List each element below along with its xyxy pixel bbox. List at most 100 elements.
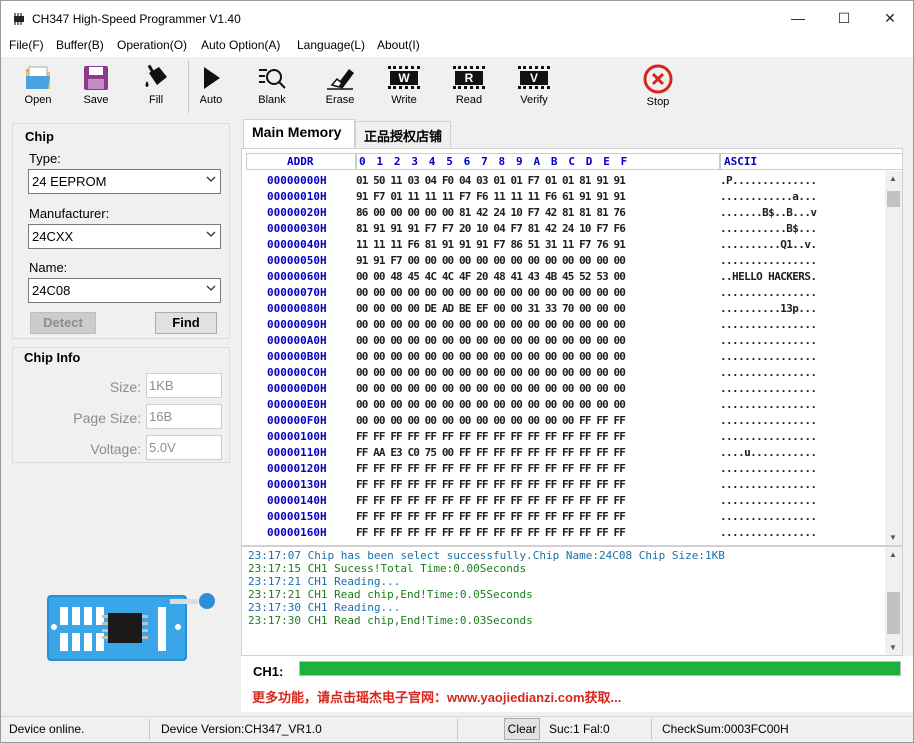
- hex-row-bytes[interactable]: 86 00 00 00 00 00 81 42 24 10 F7 42 81 8…: [356, 206, 706, 219]
- hex-scroll-thumb[interactable]: [887, 191, 900, 207]
- hex-row-ascii[interactable]: ............a...: [720, 190, 830, 203]
- hex-row-bytes[interactable]: FF FF FF FF FF FF FF FF FF FF FF FF FF F…: [356, 510, 706, 523]
- erase-button[interactable]: Erase: [315, 59, 365, 115]
- scroll-down-icon[interactable]: ▼: [889, 643, 897, 652]
- hex-row-address: 00000100H: [267, 430, 327, 443]
- hex-row-bytes[interactable]: 00 00 00 00 00 00 00 00 00 00 00 00 00 0…: [356, 398, 706, 411]
- hex-row-bytes[interactable]: FF AA E3 C0 75 00 FF FF FF FF FF FF FF F…: [356, 446, 706, 459]
- scroll-up-icon[interactable]: ▲: [889, 550, 897, 559]
- hex-row-bytes[interactable]: 00 00 00 00 00 00 00 00 00 00 00 00 00 F…: [356, 414, 706, 427]
- hex-row-bytes[interactable]: FF FF FF FF FF FF FF FF FF FF FF FF FF F…: [356, 478, 706, 491]
- hex-row-bytes[interactable]: 11 11 11 F6 81 91 91 91 F7 86 51 31 11 F…: [356, 238, 706, 251]
- menu-operation[interactable]: Operation(O): [117, 38, 187, 52]
- hex-row-ascii[interactable]: ................: [720, 478, 830, 491]
- fill-button[interactable]: Fill: [131, 59, 181, 115]
- tab-authorized-store[interactable]: 正品授权店铺: [355, 121, 451, 147]
- menu-buffer[interactable]: Buffer(B): [56, 38, 104, 52]
- hex-row-bytes[interactable]: 91 F7 01 11 11 11 F7 F6 11 11 11 F6 61 9…: [356, 190, 706, 203]
- save-button[interactable]: Save: [71, 59, 121, 115]
- find-button[interactable]: Find: [155, 312, 217, 334]
- chevron-down-icon: [206, 285, 216, 291]
- hex-row-ascii[interactable]: ................: [720, 350, 830, 363]
- tab-strip: Main Memory 正品授权店铺: [241, 119, 913, 149]
- log-line: 23:17:21 CH1 Read chip,End!Time:0.05Seco…: [248, 588, 533, 601]
- blank-button[interactable]: Blank: [247, 59, 297, 115]
- hex-row-ascii[interactable]: ..........Q1..v.: [720, 238, 830, 251]
- erase-label: Erase: [325, 94, 355, 106]
- hex-row-ascii[interactable]: ................: [720, 462, 830, 475]
- hex-row-bytes[interactable]: 00 00 00 00 00 00 00 00 00 00 00 00 00 0…: [356, 318, 706, 331]
- maximize-button[interactable]: ☐: [821, 1, 867, 35]
- hex-row-ascii[interactable]: ..........13p...: [720, 302, 830, 315]
- hex-row-bytes[interactable]: 01 50 11 03 04 F0 04 03 01 01 F7 01 01 8…: [356, 174, 706, 187]
- ascii-header-cell: ASCII: [720, 153, 902, 170]
- hex-row-bytes[interactable]: FF FF FF FF FF FF FF FF FF FF FF FF FF F…: [356, 526, 706, 539]
- manufacturer-select[interactable]: 24CXX: [28, 224, 221, 249]
- hex-row-bytes[interactable]: 00 00 48 45 4C 4C 4F 20 48 41 43 4B 45 5…: [356, 270, 706, 283]
- verify-button[interactable]: V Verify: [509, 59, 559, 115]
- chip-group-title: Chip: [25, 129, 54, 144]
- menu-about[interactable]: About(I): [377, 38, 420, 52]
- write-button[interactable]: W Write: [379, 59, 429, 115]
- hex-row-ascii[interactable]: ................: [720, 510, 830, 523]
- hex-row-ascii[interactable]: ..HELLO HACKERS.: [720, 270, 830, 283]
- hex-editor[interactable]: ADDR 0 1 2 3 4 5 6 7 8 9 A B C D E F ASC…: [241, 148, 903, 546]
- open-button[interactable]: Open: [13, 59, 63, 115]
- hex-row-ascii[interactable]: ................: [720, 398, 830, 411]
- hex-row-address: 00000130H: [267, 478, 327, 491]
- hex-row-bytes[interactable]: FF FF FF FF FF FF FF FF FF FF FF FF FF F…: [356, 430, 706, 443]
- hex-row-bytes[interactable]: 00 00 00 00 00 00 00 00 00 00 00 00 00 0…: [356, 366, 706, 379]
- menu-auto-option[interactable]: Auto Option(A): [201, 38, 280, 52]
- menu-language[interactable]: Language(L): [297, 38, 365, 52]
- hex-row-address: 00000010H: [267, 190, 327, 203]
- hex-row-ascii[interactable]: ................: [720, 414, 830, 427]
- type-select[interactable]: 24 EEPROM: [28, 169, 221, 194]
- scroll-down-icon[interactable]: ▼: [889, 533, 897, 542]
- write-label: Write: [391, 94, 417, 106]
- manufacturer-select-value: 24CXX: [32, 229, 74, 244]
- hex-row-ascii[interactable]: ...........B$...: [720, 222, 830, 235]
- hex-scrollbar[interactable]: ▲ ▼: [885, 171, 902, 545]
- name-select[interactable]: 24C08: [28, 278, 221, 303]
- auto-button[interactable]: Auto: [187, 59, 235, 115]
- hex-row-ascii[interactable]: ................: [720, 494, 830, 507]
- log-scroll-thumb[interactable]: [887, 592, 900, 634]
- minimize-button[interactable]: —: [775, 1, 821, 35]
- hex-row-ascii[interactable]: ................: [720, 366, 830, 379]
- app-window: CH347 High-Speed Programmer V1.40 — ☐ ✕ …: [0, 0, 914, 743]
- hex-row-ascii[interactable]: ................: [720, 382, 830, 395]
- left-panel: Chip Type: 24 EEPROM Manufacturer: 24CXX…: [10, 119, 239, 463]
- addr-header: ADDR: [287, 155, 314, 168]
- stop-button[interactable]: Stop: [633, 59, 683, 115]
- hex-row-ascii[interactable]: ................: [720, 334, 830, 347]
- hex-row-ascii[interactable]: ................: [720, 430, 830, 443]
- hex-row-bytes[interactable]: 91 91 F7 00 00 00 00 00 00 00 00 00 00 0…: [356, 254, 706, 267]
- hex-row-bytes[interactable]: 00 00 00 00 00 00 00 00 00 00 00 00 00 0…: [356, 350, 706, 363]
- scroll-up-icon[interactable]: ▲: [889, 174, 897, 183]
- hex-row-bytes[interactable]: 81 91 91 91 F7 F7 20 10 04 F7 81 42 24 1…: [356, 222, 706, 235]
- hex-row-ascii[interactable]: ................: [720, 318, 830, 331]
- open-label: Open: [24, 94, 52, 106]
- log-scrollbar[interactable]: ▲ ▼: [885, 547, 902, 655]
- hex-row-bytes[interactable]: 00 00 00 00 00 00 00 00 00 00 00 00 00 0…: [356, 382, 706, 395]
- hex-row-ascii[interactable]: ................: [720, 254, 830, 267]
- hex-row-bytes[interactable]: 00 00 00 00 00 00 00 00 00 00 00 00 00 0…: [356, 286, 706, 299]
- hex-row-bytes[interactable]: 00 00 00 00 00 00 00 00 00 00 00 00 00 0…: [356, 334, 706, 347]
- detect-button[interactable]: Detect: [30, 312, 96, 334]
- close-button[interactable]: ✕: [867, 1, 913, 35]
- hex-row-ascii[interactable]: ................: [720, 526, 830, 539]
- title-bar: CH347 High-Speed Programmer V1.40 — ☐ ✕: [1, 1, 913, 35]
- tab-main-memory[interactable]: Main Memory: [243, 119, 355, 149]
- hex-row-ascii[interactable]: ....u...........: [720, 446, 830, 459]
- hex-row-ascii[interactable]: ................: [720, 286, 830, 299]
- device-status: Device online.: [9, 722, 85, 736]
- hex-row-bytes[interactable]: 00 00 00 00 DE AD BE EF 00 00 31 33 70 0…: [356, 302, 706, 315]
- hex-row-bytes[interactable]: FF FF FF FF FF FF FF FF FF FF FF FF FF F…: [356, 462, 706, 475]
- read-button[interactable]: R Read: [444, 59, 494, 115]
- clear-button[interactable]: Clear: [504, 718, 540, 740]
- promo-link[interactable]: 更多功能，请点击瑶杰电子官网：www.yaojiedianzi.com获取...: [252, 687, 621, 706]
- hex-row-ascii[interactable]: .......B$..B...v: [720, 206, 830, 219]
- menu-file[interactable]: File(F): [9, 38, 44, 52]
- hex-row-bytes[interactable]: FF FF FF FF FF FF FF FF FF FF FF FF FF F…: [356, 494, 706, 507]
- hex-row-ascii[interactable]: .P..............: [720, 174, 830, 187]
